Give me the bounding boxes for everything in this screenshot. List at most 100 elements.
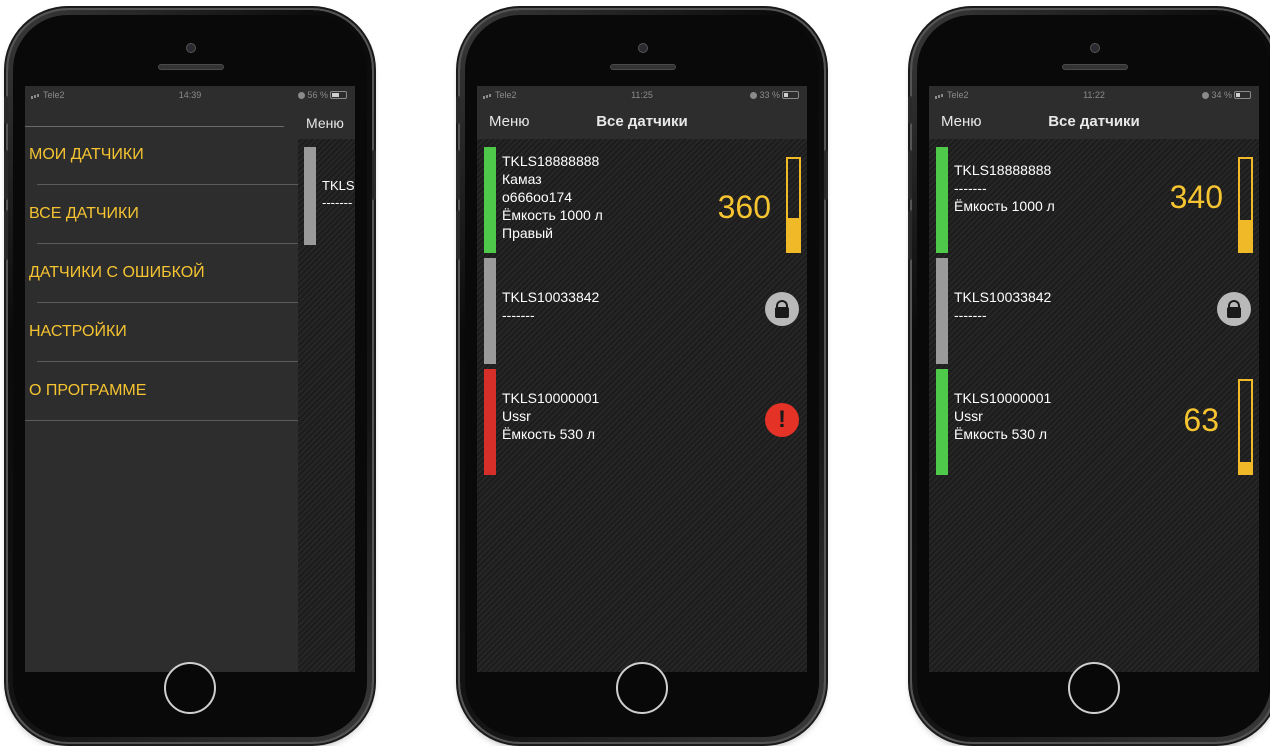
- status-bar-gray: [484, 258, 496, 364]
- battery: 33 %: [750, 90, 799, 100]
- alarm-icon: [1202, 92, 1210, 99]
- status-bar: Tele2 11:22 34 %: [929, 86, 1259, 104]
- sensor-vehicle: Камаз: [502, 171, 542, 187]
- sensor-detail: -------: [954, 307, 987, 323]
- sensor-id: TKLS10000001: [954, 390, 1052, 406]
- sensor-detail: Ussr: [502, 408, 531, 424]
- alarm-icon: [298, 92, 306, 99]
- fuel-level-gauge: [786, 157, 801, 253]
- front-camera: [1090, 43, 1100, 53]
- status-bar: Tele2 14:39 56 %: [25, 86, 355, 104]
- earpiece-speaker: [158, 64, 224, 70]
- power-button: [372, 150, 376, 200]
- sensor-info: TKLS10000001 Ussr Ёмкость 530 л: [954, 389, 1051, 443]
- sensor-card[interactable]: TKLS10033842 -------: [929, 258, 1259, 366]
- status-bar-green: [936, 147, 948, 253]
- fuel-level-value: 63: [1183, 402, 1219, 438]
- fuel-level-value: 360: [717, 189, 771, 225]
- sensor-info: TKLS18888888 Камаз о666оо174 Ёмкость 100…: [502, 152, 603, 242]
- sensor-detail: -------: [502, 307, 535, 323]
- sensor-plate: о666оо174: [502, 189, 573, 205]
- screen: Tele2 11:22 34 % Меню Все датчики TKLS18…: [929, 86, 1259, 672]
- page-title: Все датчики: [596, 113, 688, 130]
- sensor-card[interactable]: TKLS1( -------: [298, 147, 355, 247]
- menu-item-label: ДАТЧИКИ С ОШИБКОЙ: [29, 264, 205, 281]
- phone-all-sensors-2: Tele2 11:22 34 % Меню Все датчики TKLS18…: [908, 10, 1270, 742]
- nav-bar: Меню Все датчики: [477, 104, 807, 139]
- home-button[interactable]: [1068, 662, 1120, 714]
- menu-item-label: НАСТРОЙКИ: [29, 323, 127, 340]
- volume-down-button: [456, 210, 460, 260]
- volume-up-button: [456, 150, 460, 200]
- sensor-info: TKLS10033842 -------: [502, 288, 599, 324]
- side-button: [4, 96, 8, 124]
- menu-item-error-sensors[interactable]: ДАТЧИКИ С ОШИБКОЙ: [25, 244, 298, 303]
- status-bar-green: [936, 369, 948, 475]
- front-camera: [186, 43, 196, 53]
- battery-icon: [330, 91, 347, 99]
- volume-down-button: [4, 210, 8, 260]
- status-bar-gray: [304, 147, 316, 245]
- menu-item-my-sensors[interactable]: МОИ ДАТЧИКИ: [25, 126, 298, 185]
- sensor-card[interactable]: TKLS18888888 Камаз о666оо174 Ёмкость 100…: [477, 147, 807, 255]
- volume-down-button: [908, 210, 912, 260]
- sensor-id: TKLS18888888: [954, 162, 1052, 178]
- menu-item-all-sensors[interactable]: ВСЕ ДАТЧИКИ: [25, 185, 298, 244]
- earpiece-speaker: [1062, 64, 1128, 70]
- sensor-id: TKLS1(: [322, 178, 355, 193]
- sensor-info: TKLS10000001 Ussr Ёмкость 530 л: [502, 389, 599, 443]
- sensor-detail: -------: [954, 180, 987, 196]
- sensor-capacity: Ёмкость 530 л: [502, 426, 596, 442]
- status-bar: Tele2 11:25 33 %: [477, 86, 807, 104]
- menu-item-label: ВСЕ ДАТЧИКИ: [29, 205, 139, 222]
- sensor-capacity: Ёмкость 1000 л: [502, 207, 603, 223]
- sensor-card[interactable]: TKLS10000001 Ussr Ёмкость 530 л !: [477, 369, 807, 477]
- sensor-detail: Ussr: [954, 408, 983, 424]
- sensor-side: Правый: [502, 225, 553, 241]
- volume-up-button: [908, 150, 912, 200]
- battery-icon: [782, 91, 799, 99]
- gauge-fill: [1240, 220, 1251, 251]
- sensor-detail: -------: [322, 195, 353, 210]
- nav-bar: Меню: [298, 104, 355, 139]
- phone-menu: Tele2 14:39 56 % МОИ ДАТЧИКИ ВСЕ ДАТЧИКИ…: [4, 10, 376, 742]
- side-menu: МОИ ДАТЧИКИ ВСЕ ДАТЧИКИ ДАТЧИКИ С ОШИБКО…: [25, 104, 298, 672]
- menu-item-label: МОИ ДАТЧИКИ: [29, 146, 144, 163]
- menu-item-settings[interactable]: НАСТРОЙКИ: [25, 303, 298, 362]
- status-bar-green: [484, 147, 496, 253]
- gauge-fill: [788, 218, 799, 251]
- power-button: [824, 150, 828, 200]
- home-button[interactable]: [164, 662, 216, 714]
- sensor-capacity: Ёмкость 1000 л: [954, 198, 1055, 214]
- screen: Tele2 11:25 33 % Меню Все датчики TKLS18…: [477, 86, 807, 672]
- status-bar-red: [484, 369, 496, 475]
- menu-divider: [25, 420, 298, 421]
- side-button: [908, 96, 912, 124]
- menu-item-about[interactable]: О ПРОГРАММЕ: [25, 362, 298, 421]
- sensor-id: TKLS10033842: [502, 289, 600, 305]
- home-button[interactable]: [616, 662, 668, 714]
- side-button: [456, 96, 460, 124]
- sensor-card[interactable]: TKLS10000001 Ussr Ёмкость 530 л 63: [929, 369, 1259, 477]
- status-bar-gray: [936, 258, 948, 364]
- page-title: Все датчики: [1048, 113, 1140, 130]
- lock-icon: [765, 292, 799, 326]
- sensor-id: TKLS18888888: [502, 153, 600, 169]
- menu-button[interactable]: Меню: [306, 115, 344, 131]
- battery-icon: [1234, 91, 1251, 99]
- sensor-id: TKLS10033842: [954, 289, 1052, 305]
- fuel-level-gauge: [1238, 157, 1253, 253]
- alarm-icon: [750, 92, 758, 99]
- lock-icon: [1217, 292, 1251, 326]
- gauge-fill: [1240, 462, 1251, 473]
- battery: 56 %: [298, 90, 347, 100]
- sensor-card[interactable]: TKLS10033842 -------: [477, 258, 807, 366]
- sensor-id: TKLS10000001: [502, 390, 600, 406]
- earpiece-speaker: [610, 64, 676, 70]
- sensor-card[interactable]: TKLS18888888 ------- Ёмкость 1000 л 340: [929, 147, 1259, 255]
- menu-item-label: О ПРОГРАММЕ: [29, 382, 147, 399]
- fuel-level-gauge: [1238, 379, 1253, 475]
- screen: Tele2 14:39 56 % МОИ ДАТЧИКИ ВСЕ ДАТЧИКИ…: [25, 86, 355, 672]
- sensor-capacity: Ёмкость 530 л: [954, 426, 1048, 442]
- front-camera: [638, 43, 648, 53]
